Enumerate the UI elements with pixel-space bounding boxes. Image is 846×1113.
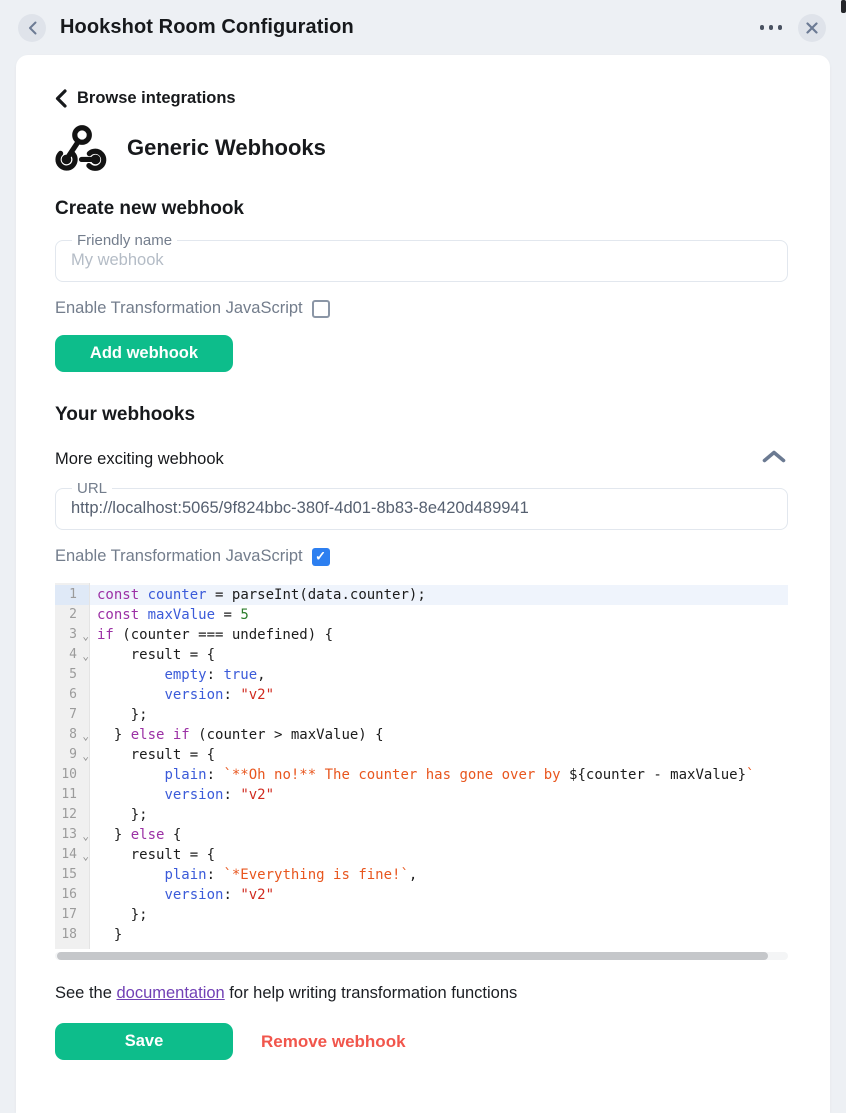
gutter-line-number[interactable]: 3⌄ (55, 625, 89, 645)
chevron-left-icon (28, 21, 37, 35)
fold-arrow-icon[interactable]: ⌄ (82, 647, 89, 667)
friendly-name-field: Friendly name (55, 232, 788, 282)
code-line[interactable]: const maxValue = 5 (90, 605, 788, 625)
friendly-name-input[interactable] (69, 250, 774, 272)
back-button[interactable] (18, 14, 46, 42)
gutter-line-number[interactable]: 2 (55, 605, 89, 625)
code-line[interactable]: plain: `*Everything is fine!`, (90, 865, 788, 885)
fold-arrow-icon[interactable]: ⌄ (82, 747, 89, 767)
gutter-line-number[interactable]: 12 (55, 805, 89, 825)
code-line[interactable]: plain: `**Oh no!** The counter has gone … (90, 765, 788, 785)
transform-js-checkbox[interactable] (312, 300, 330, 318)
friendly-name-label: Friendly name (72, 232, 177, 249)
code-line[interactable]: if (counter === undefined) { (90, 625, 788, 645)
code-line[interactable]: }; (90, 905, 788, 925)
gutter-line-number[interactable]: 10 (55, 765, 89, 785)
webhook-url-input[interactable] (69, 498, 774, 520)
create-webhook-heading: Create new webhook (55, 198, 788, 220)
webhook-name: More exciting webhook (55, 450, 224, 469)
gutter-line-number[interactable]: 8⌄ (55, 725, 89, 745)
code-line[interactable]: } else { (90, 825, 788, 845)
your-webhooks-heading: Your webhooks (55, 404, 788, 426)
fold-arrow-icon[interactable]: ⌄ (82, 727, 89, 747)
gutter-line-number[interactable]: 14⌄ (55, 845, 89, 865)
gutter-line-number[interactable]: 5 (55, 665, 89, 685)
editor-hscrollbar-track[interactable] (55, 952, 788, 960)
transform-js-checkbox-checked[interactable] (312, 548, 330, 566)
transform-js-label: Enable Transformation JavaScript (55, 547, 303, 566)
gutter-line-number[interactable]: 17 (55, 905, 89, 925)
code-line[interactable]: empty: true, (90, 665, 788, 685)
webhook-url-label: URL (72, 480, 112, 497)
docs-hint: See the documentation for help writing t… (55, 984, 788, 1003)
gutter-line-number[interactable]: 16 (55, 885, 89, 905)
collapse-webhook-button[interactable] (760, 448, 788, 470)
gutter-line-number[interactable]: 15 (55, 865, 89, 885)
code-line[interactable]: }; (90, 805, 788, 825)
integration-title: Generic Webhooks (127, 135, 326, 161)
chevron-up-icon (762, 450, 786, 463)
docs-hint-prefix: See the (55, 984, 116, 1002)
chevron-left-icon (55, 89, 67, 108)
fold-arrow-icon[interactable]: ⌄ (82, 847, 89, 867)
dialog-title: Hookshot Room Configuration (60, 16, 354, 39)
dot-icon (769, 25, 774, 30)
dot-icon (760, 25, 765, 30)
code-line[interactable]: const counter = parseInt(data.counter); (90, 585, 788, 605)
code-line[interactable]: version: "v2" (90, 685, 788, 705)
editor-code[interactable]: const counter = parseInt(data.counter);c… (90, 583, 788, 949)
gutter-line-number[interactable]: 18 (55, 925, 89, 945)
close-button[interactable] (798, 14, 826, 42)
webhook-icon (55, 124, 107, 172)
code-line[interactable]: result = { (90, 745, 788, 765)
editor-gutter: 123⌄4⌄5678⌄9⌄10111213⌄14⌄15161718 (55, 583, 90, 949)
remove-webhook-button[interactable]: Remove webhook (261, 1032, 406, 1052)
code-line[interactable]: }; (90, 705, 788, 725)
gutter-line-number[interactable]: 1 (55, 585, 89, 605)
gutter-line-number[interactable]: 9⌄ (55, 745, 89, 765)
dialog-header: Hookshot Room Configuration (0, 0, 846, 55)
browse-integrations-label: Browse integrations (77, 89, 236, 108)
webhook-url-field: URL (55, 480, 788, 530)
add-webhook-button[interactable]: Add webhook (55, 335, 233, 372)
transform-js-label: Enable Transformation JavaScript (55, 299, 303, 318)
code-line[interactable]: } (90, 925, 788, 945)
code-line[interactable]: version: "v2" (90, 885, 788, 905)
code-editor[interactable]: 123⌄4⌄5678⌄9⌄10111213⌄14⌄15161718 const … (55, 583, 788, 949)
fold-arrow-icon[interactable]: ⌄ (82, 627, 89, 647)
dot-icon (778, 25, 783, 30)
code-line[interactable]: result = { (90, 845, 788, 865)
documentation-link[interactable]: documentation (116, 984, 224, 1002)
gutter-line-number[interactable]: 13⌄ (55, 825, 89, 845)
gutter-line-number[interactable]: 11 (55, 785, 89, 805)
integration-panel: Browse integrations Generic Webhooks Cre… (16, 55, 830, 1113)
fold-arrow-icon[interactable]: ⌄ (82, 827, 89, 847)
gutter-line-number[interactable]: 7 (55, 705, 89, 725)
code-line[interactable]: result = { (90, 645, 788, 665)
editor-hscrollbar-thumb[interactable] (57, 952, 768, 960)
save-button[interactable]: Save (55, 1023, 233, 1060)
docs-hint-suffix: for help writing transformation function… (225, 984, 518, 1002)
more-options-button[interactable] (758, 21, 785, 34)
code-line[interactable]: } else if (counter > maxValue) { (90, 725, 788, 745)
gutter-line-number[interactable]: 6 (55, 685, 89, 705)
gutter-line-number[interactable]: 4⌄ (55, 645, 89, 665)
code-line[interactable]: version: "v2" (90, 785, 788, 805)
close-icon (806, 22, 818, 34)
browse-integrations-link[interactable]: Browse integrations (55, 89, 236, 108)
